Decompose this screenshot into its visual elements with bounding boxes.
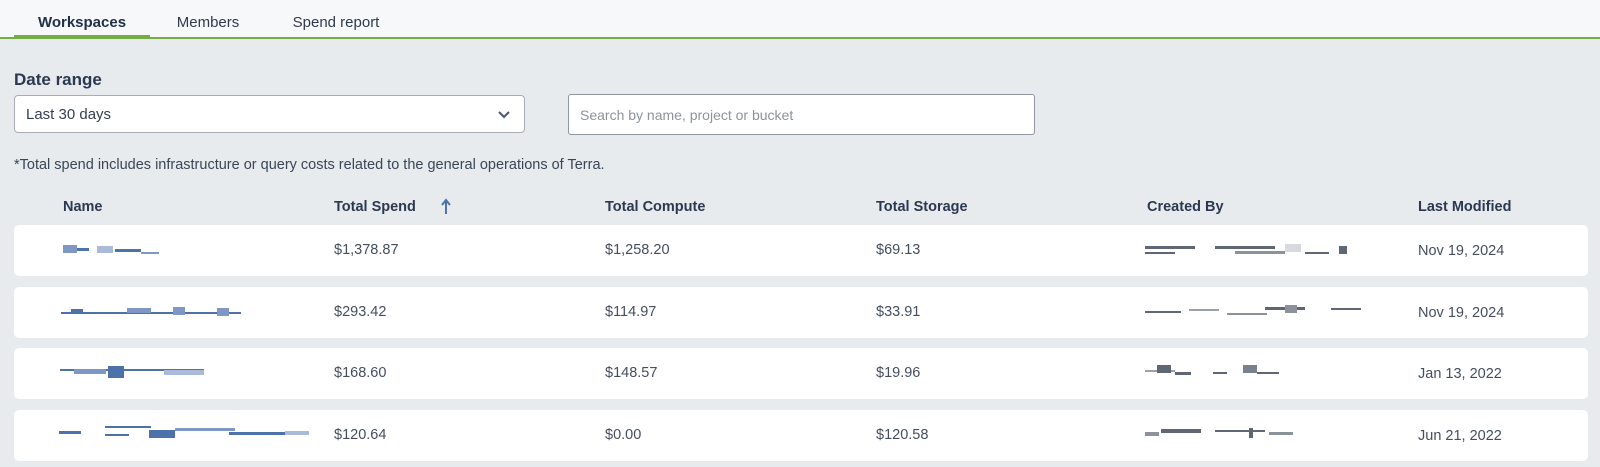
workspace-name-link[interactable] — [59, 426, 309, 444]
column-header-last-modified[interactable]: Last Modified — [1418, 199, 1511, 215]
total-compute-value: $114.97 — [605, 304, 657, 320]
created-by-email — [1145, 241, 1347, 259]
workspace-name-link[interactable] — [63, 241, 159, 259]
chevron-down-icon — [498, 111, 510, 119]
column-header-total-compute[interactable]: Total Compute — [605, 199, 705, 215]
tab-members[interactable]: Members — [162, 0, 254, 37]
total-spend-value: $120.64 — [334, 427, 387, 443]
total-storage-value: $69.13 — [876, 242, 921, 258]
total-compute-value: $148.57 — [605, 365, 658, 381]
created-by-email — [1145, 364, 1285, 382]
total-spend-value: $293.42 — [334, 304, 387, 320]
date-range-value: Last 30 days — [26, 106, 112, 123]
total-spend-value: $1,378.87 — [334, 242, 399, 258]
workspace-name-link[interactable] — [61, 303, 241, 321]
last-modified-value: Nov 19, 2024 — [1418, 243, 1505, 259]
total-spend-note: *Total spend includes infrastructure or … — [14, 157, 605, 173]
total-compute-value: $1,258.20 — [605, 242, 670, 258]
total-storage-value: $120.58 — [876, 427, 929, 443]
last-modified-value: Jan 13, 2022 — [1418, 366, 1502, 382]
total-storage-value: $33.91 — [876, 304, 921, 320]
total-storage-value: $19.96 — [876, 365, 921, 381]
total-compute-value: $0.00 — [605, 427, 642, 443]
last-modified-value: Jun 21, 2022 — [1418, 428, 1502, 444]
column-header-total-spend[interactable]: Total Spend — [334, 199, 416, 215]
date-range-select[interactable]: Last 30 days — [14, 95, 525, 133]
date-range-label: Date range — [14, 70, 102, 89]
tab-bar: Workspaces Members Spend report — [0, 0, 1600, 39]
column-header-name[interactable]: Name — [63, 199, 103, 215]
table-row: $293.42 $114.97 $33.91 Nov 19, 2024 — [14, 287, 1588, 338]
created-by-email — [1145, 426, 1295, 444]
created-by-email — [1145, 303, 1385, 321]
search-input[interactable] — [568, 94, 1035, 135]
sort-ascending-icon[interactable] — [440, 198, 452, 216]
column-header-total-storage[interactable]: Total Storage — [876, 199, 968, 215]
tab-spend-report[interactable]: Spend report — [282, 0, 390, 37]
table-row: $1,378.87 $1,258.20 $69.13 Nov 19, 2024 — [14, 225, 1588, 276]
total-spend-value: $168.60 — [334, 365, 387, 381]
last-modified-value: Nov 19, 2024 — [1418, 305, 1505, 321]
tab-workspaces[interactable]: Workspaces — [14, 0, 150, 39]
workspace-name-link[interactable] — [60, 364, 204, 382]
table-row: $120.64 $0.00 $120.58 Jun 21, 2022 — [14, 410, 1588, 461]
table-row: $168.60 $148.57 $19.96 Jan 13, 2022 — [14, 348, 1588, 399]
column-header-created-by[interactable]: Created By — [1147, 199, 1224, 215]
